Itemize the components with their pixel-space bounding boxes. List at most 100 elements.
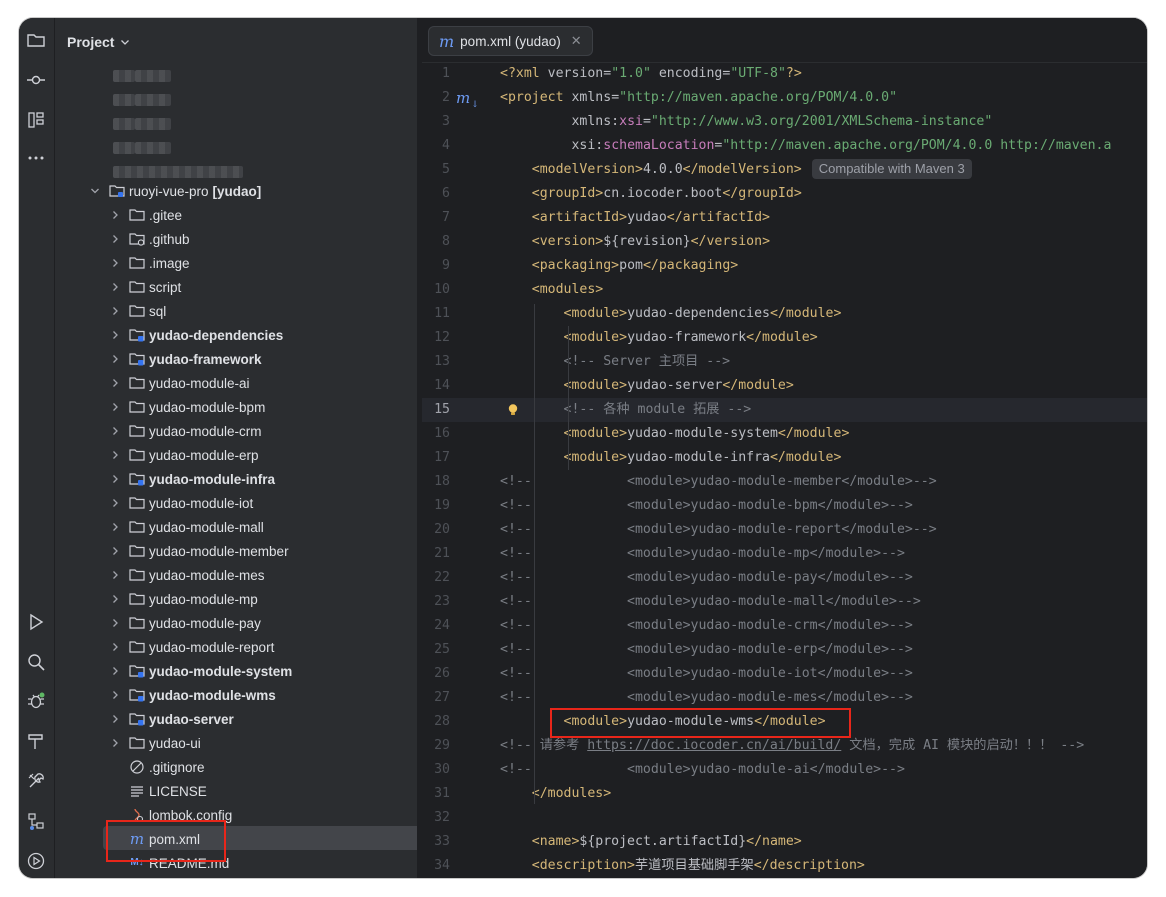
chevron-right-icon[interactable] [109, 281, 121, 293]
chevron-right-icon[interactable] [109, 305, 121, 317]
tree-item[interactable]: yudao-module-infra [109, 467, 275, 491]
code-line: 2 <project xmlns="http://maven.apache.org… [422, 86, 1147, 110]
lightbulb-icon[interactable] [506, 403, 520, 417]
code-text: <module>yudao-framework</module> [563, 330, 818, 345]
tree-item[interactable]: sql [109, 299, 166, 323]
inlay-hint[interactable]: Compatible with Maven 3 [811, 159, 972, 179]
tree-item[interactable]: yudao-module-erp [109, 443, 259, 467]
tree-item-label: yudao-module-crm [149, 423, 262, 439]
redacted-item [113, 166, 243, 178]
run-icon[interactable] [24, 610, 48, 634]
chevron-right-icon[interactable] [109, 377, 121, 389]
build-hammer-icon[interactable] [24, 729, 48, 753]
chevron-right-icon[interactable] [109, 713, 121, 725]
line-number: 12 [434, 330, 450, 345]
tree-item[interactable]: .github [109, 227, 190, 251]
code-text: <!-- <module>yudao-module-mes</module>--… [500, 690, 913, 705]
chevron-right-icon[interactable] [109, 353, 121, 365]
more-icon[interactable] [24, 146, 48, 170]
chevron-right-icon[interactable] [109, 521, 121, 533]
structure-icon[interactable] [24, 108, 48, 132]
line-number: 5 [442, 162, 450, 177]
code-line: 3 xmlns:xsi="http://www.w3.org/2001/XMLS… [422, 110, 1147, 134]
tree-item[interactable]: yudao-module-mp [109, 587, 258, 611]
tree-item[interactable]: yudao-dependencies [109, 323, 283, 347]
project-folder-icon[interactable] [24, 28, 48, 52]
line-number: 25 [434, 642, 450, 657]
tree-item[interactable]: yudao-module-mes [109, 563, 265, 587]
folder-icon [129, 591, 145, 607]
tree-item-label: yudao-module-mp [149, 591, 258, 607]
tree-item-label: LICENSE [149, 783, 207, 799]
code-text: <!-- <module>yudao-module-mp</module>--> [500, 546, 905, 561]
redacted-item [113, 118, 135, 130]
tree-item[interactable]: yudao-module-pay [109, 611, 261, 635]
project-panel-header[interactable]: Project [67, 32, 130, 52]
chevron-right-icon[interactable] [109, 257, 121, 269]
commit-icon[interactable] [24, 68, 48, 92]
arrow-down-icon: ↓ [471, 100, 479, 110]
chevron-right-icon[interactable] [109, 401, 121, 413]
folder-icon [129, 735, 145, 751]
folder-icon [129, 447, 145, 463]
module-folder-icon [129, 327, 145, 343]
tree-item-label: yudao-dependencies [149, 327, 284, 343]
chevron-right-icon[interactable] [109, 329, 121, 341]
chevron-right-icon[interactable] [109, 593, 121, 605]
chevron-right-icon[interactable] [109, 665, 121, 677]
tree-root-node[interactable]: ruoyi-vue-pro [yudao] [89, 179, 261, 203]
tree-item[interactable]: .image [109, 251, 190, 275]
tree-item[interactable]: yudao-module-wms [109, 683, 276, 707]
tree-item[interactable]: LICENSE [109, 779, 207, 803]
line-number: 26 [434, 666, 450, 681]
tree-item[interactable]: yudao-framework [109, 347, 262, 371]
tree-item[interactable]: .gitee [109, 203, 182, 227]
line-number: 24 [434, 618, 450, 633]
chevron-right-icon[interactable] [109, 545, 121, 557]
chevron-right-icon[interactable] [109, 617, 121, 629]
debug-icon[interactable] [24, 689, 48, 713]
tree-item[interactable]: yudao-module-member [109, 539, 289, 563]
search-icon[interactable] [24, 650, 48, 674]
services-icon[interactable] [24, 809, 48, 833]
chevron-right-icon[interactable] [109, 209, 121, 221]
code-text: </modules> [531, 786, 612, 801]
tree-item[interactable]: yudao-module-ai [109, 371, 250, 395]
chevron-down-icon[interactable] [89, 185, 101, 197]
close-icon[interactable]: ✕ [571, 33, 582, 49]
chevron-right-icon[interactable] [109, 425, 121, 437]
tree-item[interactable]: yudao-module-iot [109, 491, 253, 515]
tree-item[interactable]: yudao-module-report [109, 635, 274, 659]
tab-pom-xml[interactable]: m pom.xml (yudao) ✕ [428, 26, 593, 56]
tree-item[interactable]: script [109, 275, 181, 299]
chevron-right-icon[interactable] [109, 449, 121, 461]
tree-item[interactable]: yudao-server [109, 707, 234, 731]
code-text: <modelVersion>4.0.0</modelVersion> Compat… [500, 158, 972, 182]
tree-item[interactable]: yudao-module-mall [109, 515, 264, 539]
line-number: 9 [442, 258, 450, 273]
chevron-right-icon[interactable] [109, 737, 121, 749]
chevron-right-icon[interactable] [109, 689, 121, 701]
chevron-right-icon[interactable] [109, 569, 121, 581]
chevron-right-icon[interactable] [109, 473, 121, 485]
tree-item[interactable]: .gitignore [109, 755, 205, 779]
chevron-right-icon[interactable] [109, 497, 121, 509]
code-line: 11 <module>yudao-dependencies</module> [422, 302, 1147, 326]
chevron-right-icon[interactable] [109, 641, 121, 653]
redacted-item [113, 94, 135, 106]
line-number: 33 [434, 834, 450, 849]
tree-item[interactable]: yudao-module-crm [109, 419, 262, 443]
tools-icon[interactable] [24, 769, 48, 793]
folder-icon [129, 279, 145, 295]
tree-item[interactable]: yudao-ui [109, 731, 201, 755]
maven-gutter-icon[interactable]: m↓ [456, 86, 479, 113]
code-line: 5 <modelVersion>4.0.0</modelVersion> Comp… [422, 158, 1147, 182]
tree-item[interactable]: yudao-module-bpm [109, 395, 265, 419]
play-circle-icon[interactable] [24, 849, 48, 873]
code-text: <!-- <module>yudao-module-crm</module>--… [500, 618, 913, 633]
chevron-right-icon[interactable] [109, 233, 121, 245]
redacted-item [135, 70, 171, 82]
tree-item[interactable]: yudao-module-system [109, 659, 292, 683]
line-number: 23 [434, 594, 450, 609]
